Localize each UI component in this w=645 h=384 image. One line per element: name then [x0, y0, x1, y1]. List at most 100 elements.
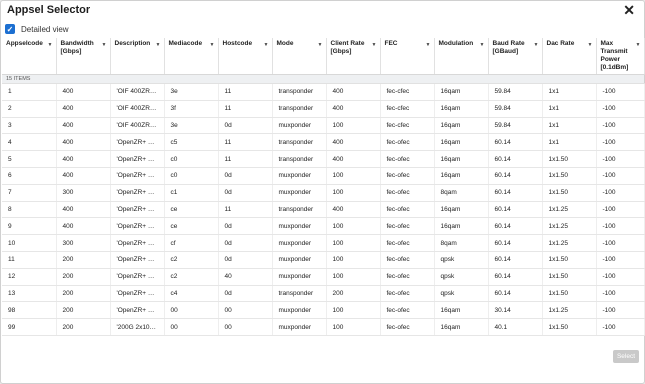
- sort-caret-icon[interactable]: ▼: [48, 41, 53, 49]
- table-cell: 400: [56, 217, 111, 236]
- table-cell: 0d: [218, 167, 273, 185]
- table-cell: 60.14: [488, 167, 543, 185]
- table-cell: 100: [326, 318, 381, 336]
- table-cell: 1x1.50: [542, 268, 597, 286]
- detailed-view-checkbox[interactable]: ✓: [5, 24, 15, 34]
- table-cell: 1x1.25: [542, 234, 597, 252]
- table-cell: -100: [596, 318, 645, 336]
- column-header[interactable]: Mediacode ▼: [164, 38, 219, 75]
- table-cell: 'OpenZR+ 2x...: [110, 251, 165, 269]
- column-header[interactable]: FEC ▼: [380, 38, 435, 75]
- table-cell: 1: [2, 83, 57, 101]
- table-cell: 'OpenZR+ 2x...: [110, 268, 165, 286]
- table-cell: qpsk: [434, 251, 489, 269]
- column-header[interactable]: Hostcode ▼: [218, 38, 273, 75]
- sort-caret-icon[interactable]: ▼: [588, 41, 593, 49]
- table-cell: -100: [596, 301, 645, 320]
- column-header[interactable]: Baud Rate [GBaud] ▼: [488, 38, 543, 75]
- table-cell: 60.14: [488, 268, 543, 286]
- table-row[interactable]: 99 200'200G 2x100... 00 00 muxponder 100 fec-o…: [2, 318, 645, 336]
- sort-caret-icon[interactable]: ▼: [210, 41, 215, 49]
- checkmark-icon: ✓: [6, 24, 14, 34]
- table-cell: 100: [326, 234, 381, 252]
- table-cell: 11: [218, 133, 273, 152]
- column-header[interactable]: Description ▼: [110, 38, 165, 75]
- table-cell: 16qam: [434, 201, 489, 219]
- table-cell: fec-ofec: [380, 133, 435, 152]
- table-cell: muxponder: [272, 234, 327, 252]
- table-cell: 99: [2, 318, 57, 336]
- table-row[interactable]: 8 400 'OpenZR+ 1x... ce 11 transponder 400 fec-…: [2, 201, 645, 219]
- table-cell: -100: [596, 150, 645, 168]
- sort-caret-icon[interactable]: ▼: [264, 41, 269, 49]
- column-header[interactable]: Max Transmit Power [0.1dBm] ▼: [596, 38, 645, 75]
- table-row[interactable]: 1 400 'OIF 400ZR 1... 3e 11 transponder 400 fec…: [2, 83, 645, 101]
- table-row[interactable]: 2 400 'OIF 400ZR 1... 3f 11 transponder 400 fec…: [2, 100, 645, 118]
- table-row[interactable]: 11 200 'OpenZR+ 2x... c2 0d muxponder 100 fec-o…: [2, 251, 645, 269]
- table-cell: 1x1.50: [542, 318, 597, 336]
- table-row[interactable]: 7 300 'OpenZR+ 3x... c1 0d muxponder 100 fec-of…: [2, 184, 645, 202]
- detailed-view-toggle[interactable]: ✓ Detailed view: [5, 22, 69, 36]
- table-cell: 400: [56, 167, 111, 185]
- sort-caret-icon[interactable]: ▼: [156, 41, 161, 49]
- table-cell: 3e: [164, 117, 219, 135]
- table-row[interactable]: 9 400 'OpenZR+ 4x... ce 0d muxponder 100 fec-of…: [2, 217, 645, 236]
- column-header[interactable]: Mode ▼: [272, 38, 327, 75]
- table-cell: 1x1: [542, 83, 597, 101]
- appsel-selector-dialog: Appsel Selector ✕ ✓ Detailed view Appsel…: [0, 0, 645, 384]
- table-cell: 400: [326, 133, 381, 152]
- table-cell: qpsk: [434, 268, 489, 286]
- table-cell: 100: [326, 167, 381, 185]
- table-row[interactable]: 10 300 'OpenZR+ 3x... cf 0d muxponder 100 fec-o…: [2, 234, 645, 252]
- sort-caret-icon[interactable]: ▼: [480, 41, 485, 49]
- table-cell: 3: [2, 117, 57, 135]
- table-cell: 16qam: [434, 133, 489, 152]
- sort-caret-icon[interactable]: ▼: [426, 41, 431, 49]
- table-row[interactable]: 5 400 'OpenZR+ 1x... c0 11 transponder 400 fec-…: [2, 150, 645, 168]
- table-cell: 300: [56, 234, 111, 252]
- table-cell: 8qam: [434, 234, 489, 252]
- table-row[interactable]: 6 400 'OpenZR+ 4x... c0 0d muxponder 100 fec-of…: [2, 167, 645, 185]
- table-cell: 1x1.50: [542, 167, 597, 185]
- table-cell: 200: [56, 251, 111, 269]
- table-cell: 200: [56, 285, 111, 303]
- table-cell: c4: [164, 285, 219, 303]
- table-cell: -100: [596, 285, 645, 303]
- sort-caret-icon[interactable]: ▼: [636, 41, 641, 49]
- sort-caret-icon[interactable]: ▼: [534, 41, 539, 49]
- sort-caret-icon[interactable]: ▼: [102, 41, 107, 49]
- table-cell: 60.14: [488, 184, 543, 202]
- column-header[interactable]: Appselcode ▼: [2, 38, 57, 75]
- column-header[interactable]: Modulation ▼: [434, 38, 489, 75]
- table-cell: fec-ofec: [380, 184, 435, 202]
- table-cell: 12: [2, 268, 57, 286]
- sort-caret-icon[interactable]: ▼: [372, 41, 377, 49]
- table-row[interactable]: 4 400 'OpenZR+ 1x... c5 11 transponder 400 fec-…: [2, 133, 645, 152]
- table-cell: -100: [596, 167, 645, 185]
- table-cell: ce: [164, 201, 219, 219]
- table-cell: 0d: [218, 217, 273, 236]
- table-cell: 400: [56, 100, 111, 118]
- table-row[interactable]: 3 400 'OIF 400ZR 4... 3e 0d muxponder 100 fec-c…: [2, 117, 645, 135]
- table-row[interactable]: 12 200 'OpenZR+ 2x... c2 40 muxponder 100 fec-o…: [2, 268, 645, 286]
- column-header[interactable]: Client Rate [Gbps] ▼: [326, 38, 381, 75]
- table-cell: 40: [218, 268, 273, 286]
- table-header-row: Appselcode ▼ Bandwidth [Gbps] ▼ Description ▼…: [2, 38, 645, 75]
- close-icon[interactable]: ✕: [623, 3, 635, 17]
- dialog-title: Appsel Selector: [7, 4, 91, 16]
- sort-caret-icon[interactable]: ▼: [318, 41, 323, 49]
- table-cell: 11: [218, 201, 273, 219]
- table-cell: 400: [56, 201, 111, 219]
- table-cell: fec-ofec: [380, 301, 435, 320]
- column-header[interactable]: Bandwidth [Gbps] ▼: [56, 38, 111, 75]
- table-cell: 200: [56, 318, 111, 336]
- table-cell: transponder: [272, 100, 327, 118]
- table-cell: fec-cfec: [380, 117, 435, 135]
- select-button[interactable]: Select: [613, 350, 639, 363]
- table-row[interactable]: 98 200 'OpenZR+ 1x... 00 00 muxponder 100 fec-o…: [2, 301, 645, 320]
- table-row[interactable]: 13 200 'OpenZR+ 1x... c4 0d transponder 200 fec…: [2, 285, 645, 303]
- column-header-label: Modulation: [438, 40, 474, 47]
- table-cell: transponder: [272, 285, 327, 303]
- table-cell: ce: [164, 217, 219, 236]
- column-header[interactable]: Dac Rate ▼: [542, 38, 597, 75]
